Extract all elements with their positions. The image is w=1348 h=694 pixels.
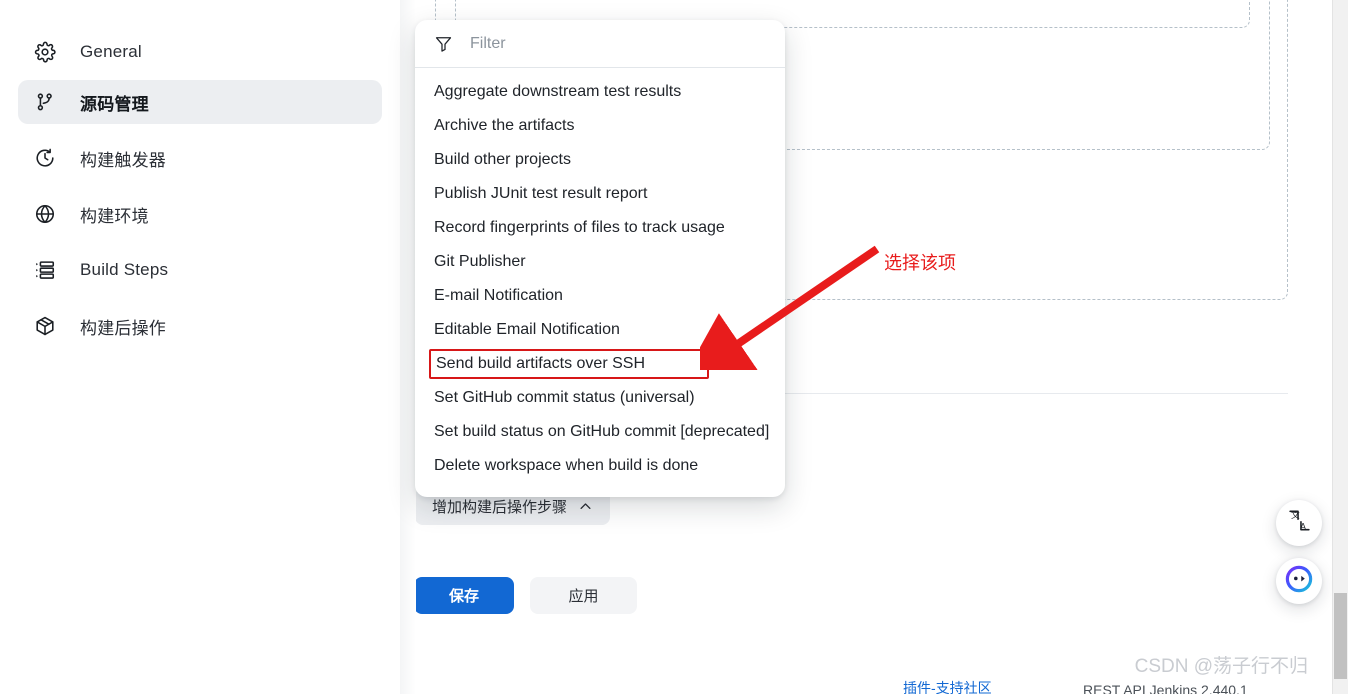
sidebar-item-label: General bbox=[80, 42, 142, 61]
package-icon bbox=[32, 313, 58, 339]
list-steps-icon bbox=[32, 257, 58, 283]
chevron-up-icon bbox=[578, 499, 593, 514]
post-build-action-dropdown: Aggregate downstream test results Archiv… bbox=[415, 20, 785, 497]
dropdown-item-label: Aggregate downstream test results bbox=[434, 83, 682, 100]
sidebar-item-label: Build Steps bbox=[80, 260, 169, 279]
sidebar-item-label: 构建触发器 bbox=[80, 150, 166, 170]
dropdown-item-label: Set build status on GitHub commit [depre… bbox=[434, 423, 770, 440]
dropdown-item[interactable]: Set build status on GitHub commit [depre… bbox=[415, 415, 785, 449]
translate-icon: 文 A bbox=[1287, 508, 1312, 538]
page-scrollbar-thumb[interactable] bbox=[1334, 593, 1347, 679]
filter-input[interactable] bbox=[468, 33, 766, 54]
dropdown-item[interactable]: Aggregate downstream test results bbox=[415, 75, 785, 109]
sidebar-item-post-build-actions[interactable]: 构建后操作 bbox=[18, 304, 382, 348]
dropdown-item[interactable]: Editable Email Notification bbox=[415, 313, 785, 347]
dropdown-item[interactable]: Set GitHub commit status (universal) bbox=[415, 381, 785, 415]
csdn-watermark: CSDN @荡子行不归 bbox=[1134, 656, 1308, 677]
dropdown-item-label: Set GitHub commit status (universal) bbox=[434, 389, 695, 406]
sidebar-item-build-steps[interactable]: Build Steps bbox=[18, 248, 382, 292]
sidebar-item-build-triggers[interactable]: 构建触发器 bbox=[18, 136, 382, 180]
dropdown-item[interactable]: Build other projects bbox=[415, 143, 785, 177]
git-branch-icon bbox=[32, 89, 58, 115]
svg-text:文: 文 bbox=[1290, 509, 1299, 521]
gear-icon bbox=[32, 39, 58, 65]
dropdown-item-label: Archive the artifacts bbox=[434, 117, 575, 134]
dropdown-item[interactable]: Git Publisher bbox=[415, 245, 785, 279]
app-root: General 源码管理 构建触发器 构建环境 Build Steps 构建后操… bbox=[0, 0, 1348, 694]
dropdown-item-label: E-mail Notification bbox=[434, 287, 563, 304]
footer-version-note: REST API Jenkins 2.440.1 bbox=[1083, 682, 1248, 694]
dropdown-item-label: Delete workspace when build is done bbox=[434, 457, 699, 474]
apply-button[interactable]: 应用 bbox=[530, 577, 637, 614]
assistant-face-icon bbox=[1284, 564, 1314, 599]
dropdown-item-label: Editable Email Notification bbox=[434, 321, 620, 338]
sidebar-item-general[interactable]: General bbox=[18, 30, 382, 74]
config-sidebar: General 源码管理 构建触发器 构建环境 Build Steps 构建后操… bbox=[0, 0, 400, 694]
sidebar-item-label: 构建后操作 bbox=[80, 318, 166, 338]
translate-fab[interactable]: 文 A bbox=[1276, 500, 1322, 546]
dropdown-item-label: Record fingerprints of files to track us… bbox=[434, 219, 725, 236]
annotation-text: 选择该项 bbox=[884, 253, 956, 273]
dropdown-filter-row bbox=[415, 20, 785, 68]
dropdown-item-label: Build other projects bbox=[434, 151, 571, 168]
dropdown-item-label: Send build artifacts over SSH bbox=[436, 355, 645, 372]
dropdown-item[interactable]: Record fingerprints of files to track us… bbox=[415, 211, 785, 245]
svg-text:A: A bbox=[1300, 521, 1306, 531]
footer-community-link[interactable]: 插件-支持社区 bbox=[903, 678, 992, 694]
save-button[interactable]: 保存 bbox=[414, 577, 514, 614]
sidebar-item-build-environment[interactable]: 构建环境 bbox=[18, 192, 382, 236]
add-post-build-step-label: 增加构建后操作步骤 bbox=[432, 499, 568, 516]
sidebar-item-label: 构建环境 bbox=[80, 206, 149, 226]
dropdown-item-list: Aggregate downstream test results Archiv… bbox=[415, 68, 785, 497]
dropdown-item[interactable]: E-mail Notification bbox=[415, 279, 785, 313]
dropdown-item[interactable]: Publish JUnit test result report bbox=[415, 177, 785, 211]
dropdown-item-send-build-artifacts-over-ssh[interactable]: Send build artifacts over SSH bbox=[429, 349, 709, 379]
funnel-icon bbox=[434, 34, 453, 53]
assistant-fab[interactable] bbox=[1276, 558, 1322, 604]
dropdown-item-label: Git Publisher bbox=[434, 253, 526, 270]
page-scrollbar-track[interactable] bbox=[1332, 0, 1348, 694]
dropdown-item[interactable]: Archive the artifacts bbox=[415, 109, 785, 143]
globe-icon bbox=[32, 201, 58, 227]
dropdown-item[interactable]: Delete workspace when build is done bbox=[415, 449, 785, 483]
sidebar-item-source-code-management[interactable]: 源码管理 bbox=[18, 80, 382, 124]
clock-icon bbox=[32, 145, 58, 171]
dropdown-item-label: Publish JUnit test result report bbox=[434, 185, 648, 202]
sidebar-item-label: 源码管理 bbox=[80, 94, 149, 114]
